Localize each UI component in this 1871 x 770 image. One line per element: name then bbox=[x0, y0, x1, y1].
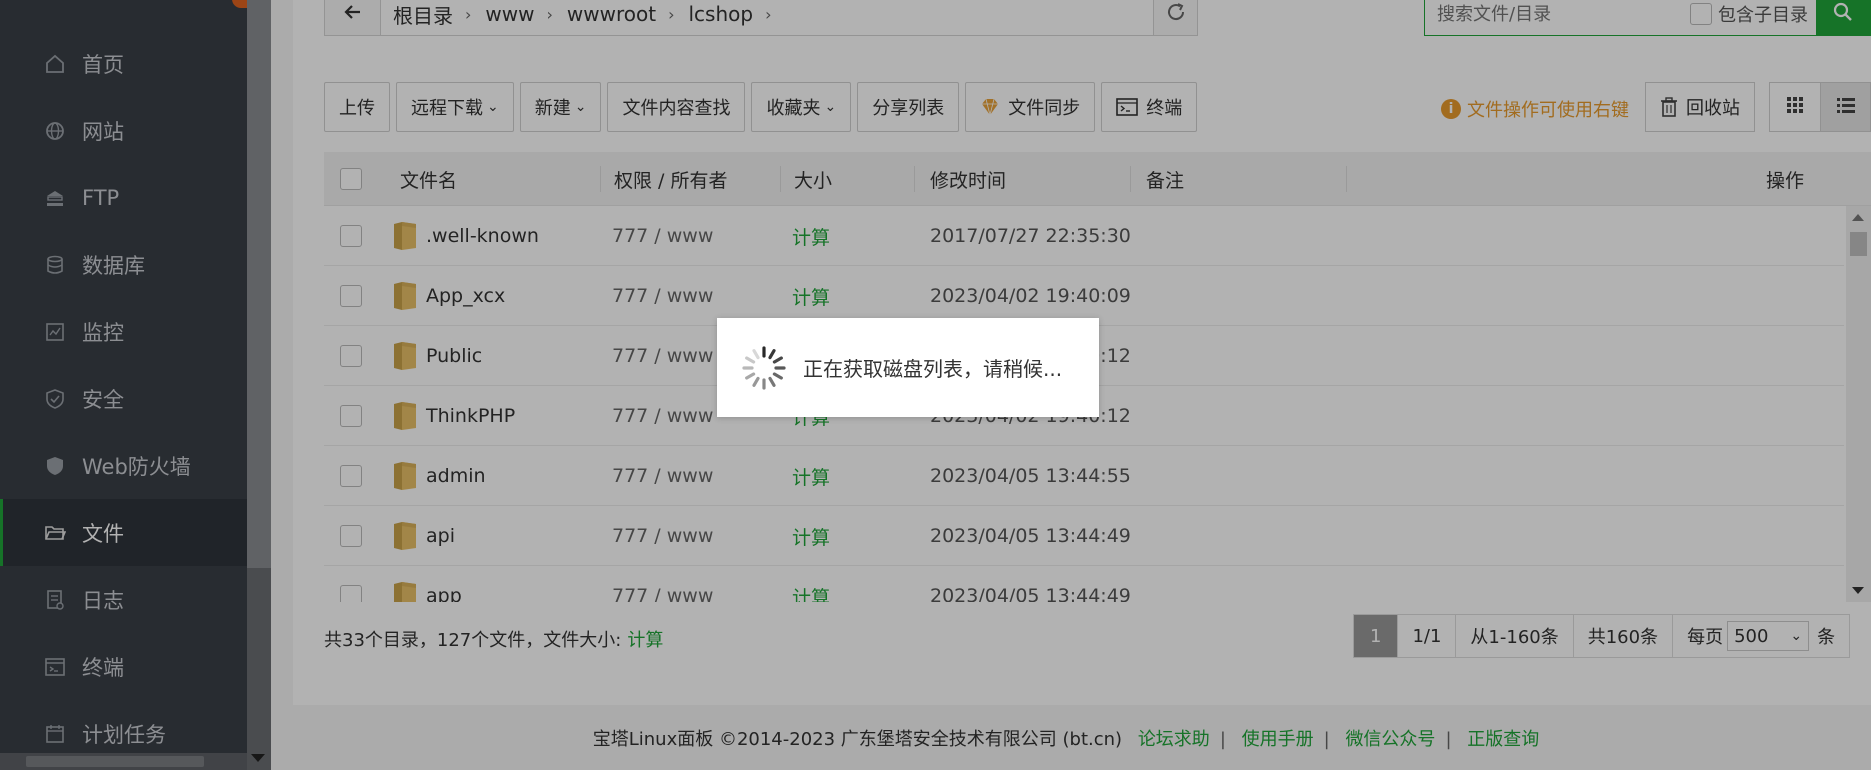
spinner-tick bbox=[768, 348, 776, 359]
spinner-tick bbox=[772, 355, 783, 364]
spinner-tick bbox=[745, 355, 756, 364]
spinner-tick bbox=[745, 371, 756, 380]
loading-spinner-icon bbox=[741, 345, 787, 391]
loading-text: 正在获取磁盘列表，请稍候... bbox=[803, 357, 1063, 381]
spinner-tick bbox=[752, 376, 760, 387]
spinner-tick bbox=[772, 371, 783, 380]
spinner-tick bbox=[768, 376, 776, 387]
spinner-tick bbox=[752, 348, 760, 359]
loading-dialog: 正在获取磁盘列表，请稍候... bbox=[717, 318, 1099, 417]
